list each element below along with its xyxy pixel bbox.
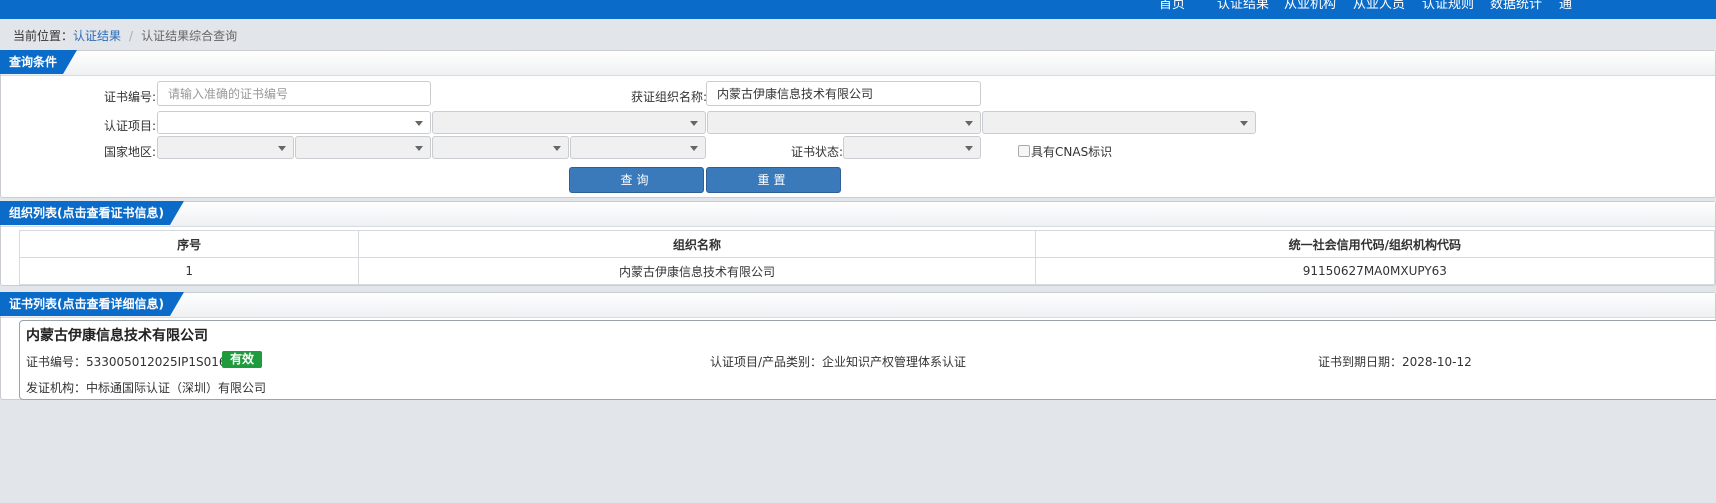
- nav-cert-results[interactable]: 认证结果: [1217, 0, 1269, 14]
- status-label: 证书状态:: [791, 145, 844, 159]
- status-badge: 有效: [222, 351, 263, 368]
- chevron-down-icon: [553, 146, 561, 151]
- nav-home[interactable]: 首页: [1159, 0, 1185, 14]
- cert-item-select-2[interactable]: [432, 111, 706, 134]
- org-name-label: 获证组织名称:: [631, 90, 708, 104]
- org-table: 序号 组织名称 统一社会信用代码/组织机构代码 1 内蒙古伊康信息技术有限公司 …: [18, 230, 1716, 285]
- cert-item-select-1[interactable]: [157, 111, 431, 134]
- cert-org-name: 内蒙古伊康信息技术有限公司: [26, 328, 208, 344]
- status-select[interactable]: [843, 136, 981, 159]
- cert-item-select-3[interactable]: [707, 111, 981, 134]
- breadcrumb-link[interactable]: 认证结果: [73, 29, 121, 43]
- reset-button[interactable]: 重置: [706, 167, 841, 193]
- cert-issuer: 发证机构：中标通国际认证（深圳）有限公司: [26, 381, 267, 395]
- cell-credit-code: 91150627MA0MXUPY63: [1034, 257, 1716, 285]
- checkbox-icon[interactable]: [1018, 145, 1030, 157]
- cell-org-name[interactable]: 内蒙古伊康信息技术有限公司: [358, 257, 1036, 285]
- region-select-3[interactable]: [432, 136, 569, 159]
- org-list-panel: 组织列表(点击查看证书信息) 序号 组织名称 统一社会信用代码/组织机构代码 1…: [0, 201, 1716, 286]
- cert-list-panel: 证书列表(点击查看详细信息) 内蒙古伊康信息技术有限公司 证书编号：533005…: [0, 292, 1716, 400]
- chevron-down-icon: [690, 121, 698, 126]
- nav-more[interactable]: 通: [1559, 0, 1572, 14]
- cert-list-header: 证书列表(点击查看详细信息): [1, 293, 1715, 318]
- cert-expiry: 证书到期日期：2028-10-12: [1318, 355, 1472, 369]
- chevron-down-icon: [965, 146, 973, 151]
- nav-cert-rules[interactable]: 认证规则: [1422, 0, 1474, 14]
- cert-no-label: 证书编号:: [104, 90, 157, 104]
- col-header-credit-code: 统一社会信用代码/组织机构代码: [1034, 230, 1716, 258]
- region-select-4[interactable]: [570, 136, 706, 159]
- cell-index: 1: [18, 257, 360, 285]
- cert-list-title: 证书列表(点击查看详细信息): [0, 292, 184, 316]
- chevron-down-icon: [690, 146, 698, 151]
- region-select-2[interactable]: [295, 136, 431, 159]
- col-header-index: 序号: [18, 230, 360, 258]
- nav-practitioners[interactable]: 从业人员: [1353, 0, 1405, 14]
- org-list-header: 组织列表(点击查看证书信息): [1, 202, 1715, 227]
- cert-no-input[interactable]: [157, 81, 431, 106]
- org-name-input[interactable]: [706, 81, 981, 106]
- cert-item-select-4[interactable]: [982, 111, 1256, 134]
- breadcrumb: 当前位置：认证结果 / 认证结果综合查询: [13, 27, 237, 44]
- cert-number: 证书编号：533005012025IP1S0169: [26, 355, 235, 369]
- table-row[interactable]: 1 内蒙古伊康信息技术有限公司 91150627MA0MXUPY63: [18, 257, 1716, 285]
- breadcrumb-current: 认证结果综合查询: [141, 29, 238, 43]
- query-panel-header: 查询条件: [1, 51, 1715, 76]
- region-select-1[interactable]: [157, 136, 294, 159]
- col-header-org-name: 组织名称: [358, 230, 1036, 258]
- cert-item-label: 认证项目:: [104, 119, 157, 133]
- search-button[interactable]: 查询: [569, 167, 704, 193]
- chevron-down-icon: [965, 121, 973, 126]
- chevron-down-icon: [1240, 121, 1248, 126]
- nav-practice-orgs[interactable]: 从业机构: [1284, 0, 1336, 14]
- nav-statistics[interactable]: 数据统计: [1490, 0, 1542, 14]
- chevron-down-icon: [278, 146, 286, 151]
- table-header-row: 序号 组织名称 统一社会信用代码/组织机构代码: [18, 230, 1716, 258]
- chevron-down-icon: [415, 146, 423, 151]
- cert-project: 认证项目/产品类别：企业知识产权管理体系认证: [710, 355, 967, 369]
- cert-card[interactable]: 内蒙古伊康信息技术有限公司 证书编号：533005012025IP1S0169 …: [19, 320, 1716, 400]
- cnas-checkbox-label: 具有CNAS标识: [1031, 145, 1113, 159]
- org-list-title: 组织列表(点击查看证书信息): [0, 201, 184, 225]
- breadcrumb-separator: /: [129, 29, 134, 43]
- chevron-down-icon: [415, 121, 423, 126]
- breadcrumb-prefix: 当前位置：: [13, 29, 74, 43]
- cnas-checkbox[interactable]: 具有CNAS标识: [1018, 143, 1112, 160]
- top-nav-bar: 首页 认证结果 从业机构 从业人员 认证规则 数据统计 通: [0, 0, 1716, 19]
- region-label: 国家地区:: [104, 145, 157, 159]
- query-panel-title: 查询条件: [0, 50, 77, 74]
- query-panel: 查询条件 证书编号: 获证组织名称: 认证项目: 国家地区: 证书状态: 具有C…: [0, 50, 1716, 198]
